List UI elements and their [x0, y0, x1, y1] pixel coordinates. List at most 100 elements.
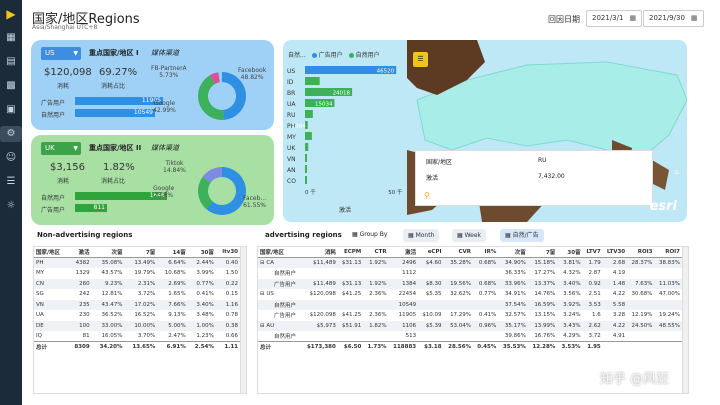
bar-value-label: 46520 [377, 69, 395, 75]
category-label: AN [287, 167, 296, 174]
left-table-title: Non-advertising regions [37, 231, 133, 239]
organic-users-label: 自然用户 [41, 112, 66, 119]
spend-value: $120,098 [44, 67, 92, 78]
table-row[interactable]: ⊟ AU $5,973 $51.91 1.82% 1106 $5.39 53.04% 0.96… [258, 320, 682, 331]
settings-icon[interactable]: ⚙ [0, 126, 22, 142]
column-header[interactable]: 国家/地区 [34, 247, 69, 258]
map-layer-button[interactable]: ☰ [413, 52, 428, 67]
grid-icon: ▦ [352, 231, 360, 238]
column-header[interactable]: 30留 [187, 247, 216, 258]
category-label: US [287, 68, 295, 75]
column-header[interactable]: 次留 [498, 247, 528, 258]
x-tick-label: 50 千 [388, 188, 403, 196]
table-row[interactable]: CN 260 9.23% 2.31% 2.69% 0.77% 0.22 [34, 278, 240, 289]
country-select-us[interactable]: US ▼ [41, 47, 81, 60]
column-header[interactable]: 国家/地区 [258, 247, 302, 258]
calendar-icon: ▦ [629, 14, 637, 22]
world-map[interactable]: ☰ 国家/地区 RU 激活 7,432.00 ⚲ ⌂ esri [407, 40, 687, 222]
organic-users-label: 自然用户 [41, 195, 66, 202]
column-header[interactable]: IR% [473, 247, 499, 258]
compass-icon[interactable]: ☼ [0, 198, 22, 214]
month-button[interactable]: ▦ Month [403, 229, 440, 242]
table-row[interactable]: DE 100 33.00% 10.00% 5.00% 1.00% 0.38 [34, 320, 240, 331]
table-row[interactable]: UA 230 36.52% 16.52% 9.13% 3.48% 0.78 [34, 310, 240, 321]
column-header[interactable]: 7留 [124, 247, 158, 258]
column-header[interactable]: 7留 [527, 247, 558, 258]
right-table-title: advertising regions [265, 231, 342, 239]
column-header[interactable]: CVR [443, 247, 474, 258]
start-date-input[interactable]: 2021/3/1 ▦ [586, 10, 643, 27]
table-row[interactable]: 自然用户 10549 37.54% 16.59% 3.92% 3.53 5.58 [258, 299, 682, 310]
column-header[interactable]: ltv30 [215, 247, 240, 258]
grid-icon[interactable]: ▦ [0, 30, 22, 46]
slice-label: FB-PartnerA 5.73% [151, 65, 187, 79]
column-header[interactable]: ROI7 [654, 247, 682, 258]
country-select-uk[interactable]: UK ▼ [41, 142, 81, 155]
bar-UK [305, 143, 309, 151]
slice-label: Tiktok 14.84% [163, 160, 186, 174]
table-row[interactable]: ⊟ US $120,098 $41.25 2.36% 22454 $5.35 32.62% 0… [258, 289, 682, 300]
column-header[interactable]: CTR [363, 247, 389, 258]
x-axis-label: 激活 [339, 206, 351, 214]
card-subtitle: 媒体渠道 [151, 49, 179, 57]
table-row[interactable]: 广告用户 $120,098 $41.25 2.36% 11905 $10.09 17.29%… [258, 310, 682, 321]
table-row[interactable]: 自然用户 1112 36.33% 17.27% 4.32% 2.87 4.19 [258, 268, 682, 279]
card-uk: UK ▼ 重点国家/地区 II 媒体渠道 $3,156 消耗 1.82% 消耗占比… [31, 135, 274, 225]
people-icon[interactable]: ☺ [0, 150, 22, 166]
column-header[interactable]: 14留 [157, 247, 188, 258]
organic-ad-button[interactable]: ▦ 自然/广告 [500, 229, 544, 242]
category-label: RU [287, 112, 296, 119]
card-title: 重点国家/地区 II [89, 144, 142, 152]
column-header[interactable]: ECPM [337, 247, 364, 258]
table-row[interactable]: 自然用户 513 39.86% 16.76% 4.29% 3.72 4.91 [258, 331, 682, 342]
chevron-down-icon: ▼ [73, 145, 78, 152]
table-row[interactable]: 广告用户 $11,489 $31.13 1.92% 1384 $8.30 19.56% 0.6… [258, 278, 682, 289]
column-header[interactable]: eCPI [418, 247, 444, 258]
esri-logo: esri [649, 199, 677, 214]
table-row[interactable]: ⊟ CA $11,489 $31.13 1.92% 2496 $4.60 35.28% 0.6… [258, 257, 682, 268]
image-icon[interactable]: ▣ [0, 102, 22, 118]
x-tick-label: 0 千 [305, 188, 316, 196]
slice-label: Google 23.6% [153, 185, 175, 199]
film-icon[interactable]: ▩ [0, 78, 22, 94]
bar-CO [305, 176, 307, 184]
non-ad-regions-table: 国家/地区 激活 次留 7留 14留 30留 ltv30 PH 4382 35.08% 13.49%… [33, 246, 247, 394]
column-header[interactable]: LTV30 [602, 247, 628, 258]
users-bar-chart-panel: 自然... 广告用户 自然用户 US 46520 ID BR 24018 UA 15034 R… [283, 40, 407, 222]
column-header[interactable]: ROI3 [627, 247, 655, 258]
document-icon[interactable]: ☰ [0, 174, 22, 190]
column-header[interactable]: 消耗 [301, 247, 338, 258]
category-label: MY [287, 134, 296, 141]
watermark: 知乎 @风狂 [600, 372, 670, 387]
share-label: 消耗占比 [101, 178, 126, 185]
scrollbar[interactable] [240, 247, 246, 393]
column-header[interactable]: LTV7 [582, 247, 603, 258]
card-title: 重点国家/地区 I [89, 49, 139, 57]
table-row[interactable]: VN 235 43.47% 17.02% 7.66% 3.40% 1.16 [34, 299, 240, 310]
column-header[interactable]: 30留 [557, 247, 583, 258]
column-header[interactable]: 激活 [68, 247, 92, 258]
tooltip-region-label: 国家/地区 [426, 159, 453, 166]
sidebar: ▶ ▦ ▤ ▩ ▣ ⚙ ☺ ☰ ☼ [0, 0, 22, 405]
week-button[interactable]: ▦ Week [452, 229, 487, 242]
column-header[interactable]: 次留 [91, 247, 125, 258]
category-label: UA [287, 101, 296, 108]
group-by-label: ▦ Group By [352, 231, 388, 238]
table-row[interactable]: SG 242 12.81% 3.72% 1.65% 0.41% 0.15 [34, 289, 240, 300]
total-row: 总计 8309 34.20% 13.65% 6.91% 2.54% 1.11 [34, 341, 240, 352]
zoom-icon[interactable]: ⚲ [424, 191, 430, 200]
table-row[interactable]: PH 4382 35.08% 13.49% 6.64% 2.44% 0.40 [34, 257, 240, 268]
table-row[interactable]: MY 1329 43.57% 19.79% 10.68% 3.99% 1.50 [34, 268, 240, 279]
share-value: 69.27% [99, 67, 138, 78]
table-icon[interactable]: ▤ [0, 54, 22, 70]
spend-label: 消耗 [57, 83, 70, 90]
scrollbar[interactable] [682, 247, 688, 393]
end-date-input[interactable]: 2021/9/30 ▦ [643, 10, 704, 27]
column-header[interactable]: 激活 [388, 247, 419, 258]
category-label: UK [287, 145, 296, 152]
table-row[interactable]: IQ 81 16.05% 3.70% 2.47% 1.23% 0.66 [34, 331, 240, 342]
tooltip-metric-label: 激活 [426, 175, 439, 182]
chart-legend: 自然... 广告用户 自然用户 [288, 52, 380, 59]
home-icon[interactable]: ⌂ [675, 168, 679, 176]
slice-label: Facebook 48.82% [238, 67, 267, 81]
